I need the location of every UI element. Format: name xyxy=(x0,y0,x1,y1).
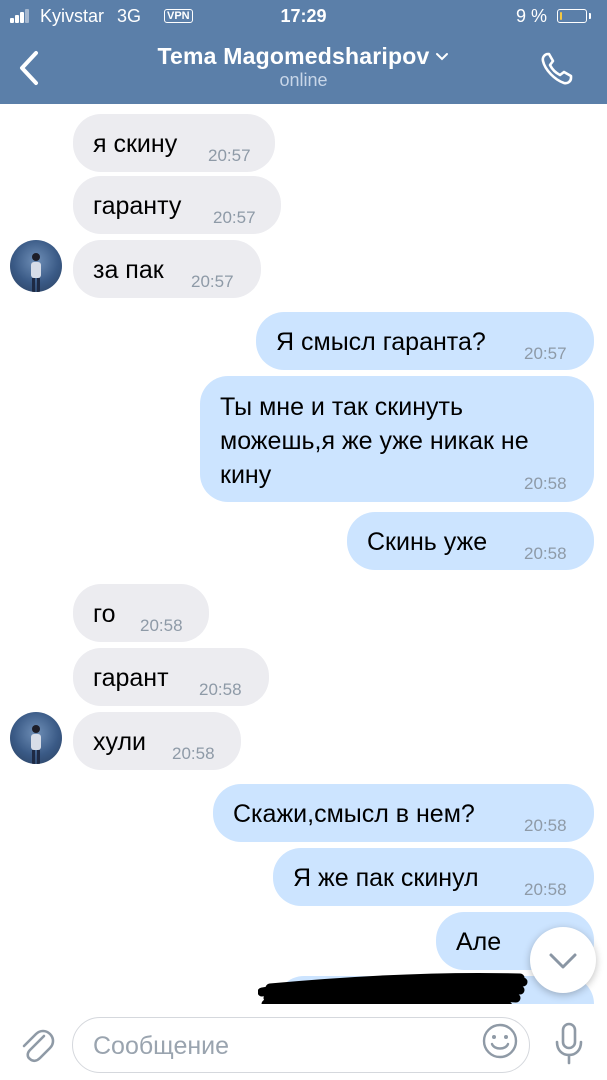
message-time: 20:57 xyxy=(191,272,234,291)
emoji-button[interactable] xyxy=(480,1021,520,1061)
message-time: 20:57 xyxy=(524,344,567,363)
message-text: Скажи,смысл в нем? xyxy=(233,800,475,828)
message-time: 20:57 xyxy=(213,208,256,227)
message-text: гаранту xyxy=(93,192,182,220)
message-time: 20:57 xyxy=(208,146,251,165)
message-text: Скинь уже xyxy=(367,528,488,556)
battery-icon xyxy=(557,9,587,23)
chevron-down-icon xyxy=(435,40,449,67)
chevron-down-icon xyxy=(549,953,577,969)
message-bubble[interactable]: Я же пак скинул 20:58 xyxy=(273,848,594,906)
message-time: 20:58 xyxy=(524,880,567,899)
message-time: 20:58 xyxy=(524,474,567,493)
message-time: 20:58 xyxy=(199,680,242,699)
paperclip-icon xyxy=(22,1029,55,1063)
scroll-down-button[interactable] xyxy=(530,927,596,993)
message-text: гарант xyxy=(93,664,169,692)
contact-name: Tema Magomedsharipov xyxy=(157,43,430,69)
status-bar: Kyivstar 3G VPN 17:29 9 % xyxy=(0,0,607,34)
message-bubble[interactable]: Ты мне и так скинуть можешь,я же уже ник… xyxy=(200,376,594,502)
message-input[interactable]: Сообщение xyxy=(72,1017,530,1073)
message-text: Я же пак скинул xyxy=(293,864,479,892)
chat-header: Kyivstar 3G VPN 17:29 9 % Tema Magomedsh… xyxy=(0,0,607,104)
message-text: Але xyxy=(456,928,502,956)
message-bubble[interactable]: хули 20:58 xyxy=(73,712,241,770)
message-bubble[interactable]: Скажи,смысл в нем? 20:58 xyxy=(213,784,594,842)
message-text: за пак xyxy=(93,256,164,284)
message-text: го xyxy=(93,600,116,628)
avatar-photo xyxy=(31,725,41,764)
message-bubble[interactable]: го 20:58 xyxy=(73,584,209,642)
message-text: хули xyxy=(93,728,147,756)
message-text: Ты мне и так скинуть можешь,я же уже ник… xyxy=(220,393,529,489)
message-bubble[interactable]: гарант 20:58 xyxy=(73,648,269,706)
chat-title[interactable]: Tema Magomedsharipov xyxy=(0,40,607,70)
voice-message-button[interactable] xyxy=(552,1020,586,1066)
presence-status: online xyxy=(279,70,328,90)
message-time: 20:58 xyxy=(524,544,567,563)
message-time: 20:58 xyxy=(140,616,183,635)
message-bubble[interactable]: Скинь уже 20:58 xyxy=(347,512,594,570)
contact-avatar[interactable] xyxy=(10,712,62,764)
message-bubble[interactable]: гаранту 20:57 xyxy=(73,176,281,234)
message-bubble[interactable]: я скину 20:57 xyxy=(73,114,275,172)
avatar-photo xyxy=(31,253,41,292)
message-text: я скину xyxy=(93,130,178,158)
contact-avatar[interactable] xyxy=(10,240,62,292)
message-time: 20:58 xyxy=(172,744,215,763)
message-bubble[interactable]: за пак 20:57 xyxy=(73,240,261,298)
message-time: 20:58 xyxy=(524,816,567,835)
smiley-icon xyxy=(482,1023,518,1059)
attach-button[interactable] xyxy=(16,1022,56,1066)
message-text: Я смысл гаранта? xyxy=(276,328,486,356)
message-list[interactable]: я скину 20:57 гаранту 20:57 за пак 20:57… xyxy=(0,104,607,1004)
message-composer: Сообщение xyxy=(0,1004,607,1080)
phone-icon xyxy=(541,52,573,85)
message-bubble[interactable]: Я смысл гаранта? 20:57 xyxy=(256,312,594,370)
battery-percent: 9 % xyxy=(516,6,548,26)
microphone-icon xyxy=(555,1022,583,1065)
message-input-placeholder: Сообщение xyxy=(93,1032,230,1060)
call-button[interactable] xyxy=(536,48,578,90)
